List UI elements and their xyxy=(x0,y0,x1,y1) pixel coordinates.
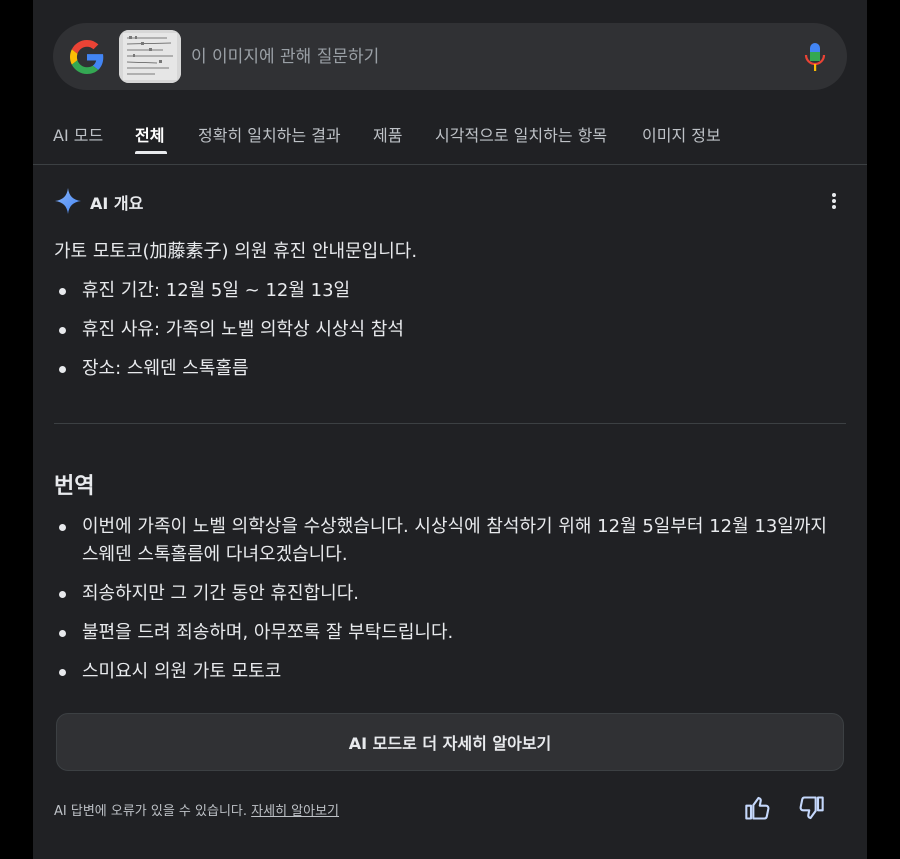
list-item: 이번에 가족이 노벨 의학상을 수상했습니다. 시상식에 참석하기 위해 12월… xyxy=(54,513,844,569)
tab-products[interactable]: 제품 xyxy=(373,122,402,146)
translation-list: 이번에 가족이 노벨 의학상을 수상했습니다. 시상식에 참석하기 위해 12월… xyxy=(54,513,844,697)
search-tabs: AI 모드 전체 정확히 일치하는 결과 제품 시각적으로 일치하는 항목 이미… xyxy=(53,118,847,164)
active-tab-indicator xyxy=(135,151,167,154)
thumbs-down-icon[interactable] xyxy=(797,794,825,822)
overview-details-list: 휴진 기간: 12월 5일 ~ 12월 13일 휴진 사유: 가족의 노벨 의학… xyxy=(54,277,404,394)
microphone-icon[interactable] xyxy=(804,41,826,73)
ai-sparkle-icon xyxy=(55,188,81,214)
tabs-divider xyxy=(33,164,867,165)
tab-about-image[interactable]: 이미지 정보 xyxy=(642,122,721,146)
google-g-icon[interactable] xyxy=(70,40,104,74)
tab-visual-matches[interactable]: 시각적으로 일치하는 항목 xyxy=(435,122,607,146)
list-item: 휴진 기간: 12월 5일 ~ 12월 13일 xyxy=(54,277,404,305)
list-item: 스미요시 의원 가토 모토코 xyxy=(54,658,844,686)
disclaimer-text: AI 답변에 오류가 있을 수 있습니다. xyxy=(54,804,248,819)
search-bar[interactable] xyxy=(53,23,847,90)
list-item: 휴진 사유: 가족의 노벨 의학상 시상식 참석 xyxy=(54,316,404,344)
ai-overview-header: AI 개요 xyxy=(54,187,844,215)
tab-ai-mode[interactable]: AI 모드 xyxy=(53,122,103,146)
disclaimer: AI 답변에 오류가 있을 수 있습니다. 자세히 알아보기 xyxy=(54,800,339,819)
tab-all[interactable]: 전체 xyxy=(135,122,164,146)
more-vert-icon[interactable] xyxy=(824,191,844,211)
search-input[interactable] xyxy=(191,42,791,72)
section-divider xyxy=(54,423,846,424)
ai-overview-title: AI 개요 xyxy=(90,194,144,213)
tab-exact-matches[interactable]: 정확히 일치하는 결과 xyxy=(198,122,341,146)
list-item: 장소: 스웨덴 스톡홀름 xyxy=(54,355,404,383)
ai-mode-more-button[interactable]: AI 모드로 더 자세히 알아보기 xyxy=(56,713,844,771)
learn-more-link[interactable]: 자세히 알아보기 xyxy=(251,804,339,819)
overview-summary: 가토 모토코(加藤素子) 의원 휴진 안내문입니다. xyxy=(54,241,418,262)
list-item: 죄송하지만 그 기간 동안 휴진합니다. xyxy=(54,580,844,608)
translation-heading: 번역 xyxy=(54,474,95,499)
query-image-thumbnail[interactable] xyxy=(119,30,181,83)
list-item: 불편을 드려 죄송하며, 아무쪼록 잘 부탁드립니다. xyxy=(54,619,844,647)
thumbs-up-icon[interactable] xyxy=(744,794,772,822)
results-page: AI 모드 전체 정확히 일치하는 결과 제품 시각적으로 일치하는 항목 이미… xyxy=(33,0,867,859)
